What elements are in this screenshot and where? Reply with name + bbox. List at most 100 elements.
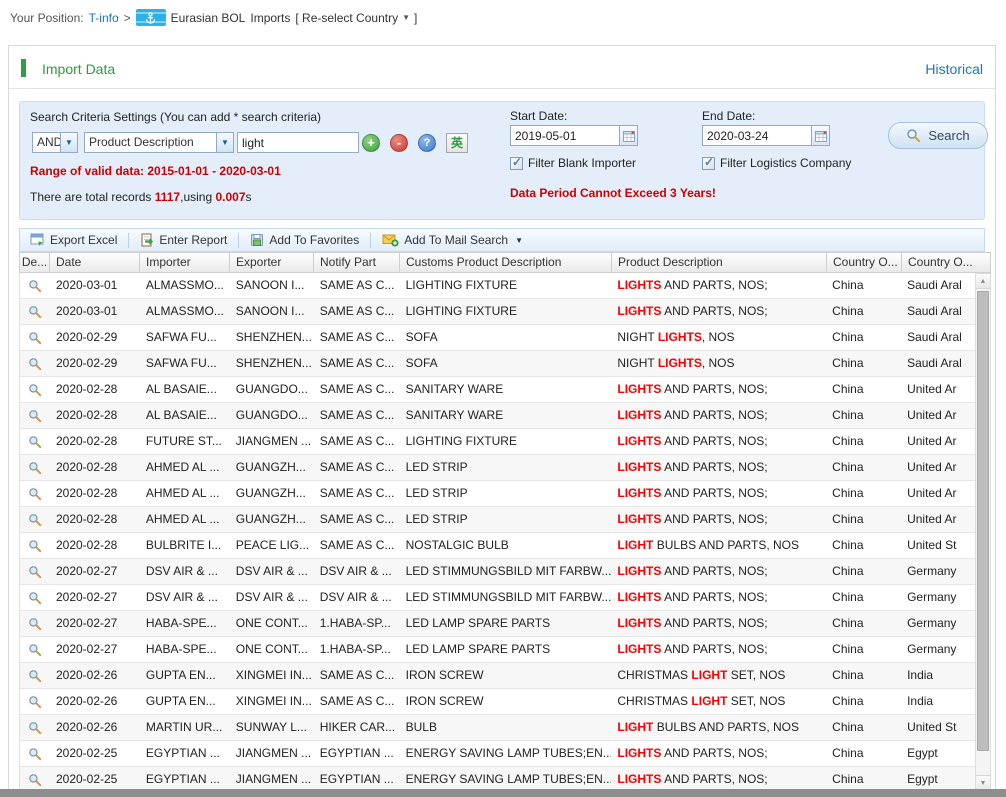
help-button[interactable]: ? bbox=[418, 134, 436, 152]
column-header-country-origin[interactable]: Country O... bbox=[826, 253, 901, 272]
keyword-input[interactable] bbox=[237, 132, 359, 153]
breadcrumb-link-tinfo[interactable]: T-info bbox=[89, 11, 119, 25]
row-detail-button[interactable] bbox=[20, 767, 50, 791]
row-detail-button[interactable] bbox=[20, 481, 50, 506]
table-row[interactable]: 2020-02-28 AL BASAIE... GUANGDO... SAME … bbox=[20, 403, 975, 429]
save-favorites-icon bbox=[250, 233, 264, 247]
column-header-country-destination[interactable]: Country O... bbox=[901, 253, 975, 272]
row-detail-button[interactable] bbox=[20, 403, 50, 428]
table-row[interactable]: 2020-02-26 GUPTA EN... XINGMEI IN... SAM… bbox=[20, 689, 975, 715]
search-field-select[interactable]: Product Description ▼ bbox=[84, 132, 234, 153]
row-detail-button[interactable] bbox=[20, 611, 50, 636]
search-button[interactable]: Search bbox=[888, 122, 988, 149]
cell-importer: HABA-SPE... bbox=[140, 611, 230, 636]
horizontal-scrollbar[interactable] bbox=[0, 789, 1006, 797]
table-row[interactable]: 2020-03-01 ALMASSMO... SANOON I... SAME … bbox=[20, 299, 975, 325]
row-detail-button[interactable] bbox=[20, 377, 50, 402]
column-header-detail[interactable]: De... bbox=[19, 253, 49, 272]
row-detail-button[interactable] bbox=[20, 351, 50, 376]
table-row[interactable]: 2020-02-28 AHMED AL ... GUANGZH... SAME … bbox=[20, 455, 975, 481]
checkbox-checked-icon[interactable]: ✓ bbox=[702, 157, 715, 170]
cell-country-origin: China bbox=[826, 429, 901, 454]
column-header-notify-party[interactable]: Notify Part bbox=[313, 253, 399, 272]
table-row[interactable]: 2020-02-27 DSV AIR & ... DSV AIR & ... D… bbox=[20, 559, 975, 585]
column-header-date[interactable]: Date bbox=[49, 253, 139, 272]
row-detail-button[interactable] bbox=[20, 455, 50, 480]
row-detail-button[interactable] bbox=[20, 273, 50, 298]
filter-blank-importer-checkbox[interactable]: ✓ Filter Blank Importer bbox=[510, 156, 636, 170]
filter-logistics-company-checkbox[interactable]: ✓ Filter Logistics Company bbox=[702, 156, 851, 170]
table-row[interactable]: 2020-02-27 HABA-SPE... ONE CONT... 1.HAB… bbox=[20, 637, 975, 663]
row-detail-button[interactable] bbox=[20, 715, 50, 740]
cell-country-origin: China bbox=[826, 689, 901, 714]
column-header-product-description[interactable]: Product Description bbox=[611, 253, 826, 272]
row-detail-button[interactable] bbox=[20, 585, 50, 610]
bool-operator-select[interactable]: AND ▼ bbox=[32, 132, 78, 153]
row-detail-button[interactable] bbox=[20, 533, 50, 558]
table-row[interactable]: 2020-02-26 GUPTA EN... XINGMEI IN... SAM… bbox=[20, 663, 975, 689]
cell-customs-description: SANITARY WARE bbox=[400, 377, 612, 402]
calendar-icon[interactable] bbox=[619, 125, 638, 146]
row-detail-button[interactable] bbox=[20, 559, 50, 584]
table-row[interactable]: 2020-02-28 FUTURE ST... JIANGMEN ... SAM… bbox=[20, 429, 975, 455]
remove-criteria-button[interactable]: - bbox=[390, 134, 408, 152]
scrollbar-thumb[interactable] bbox=[977, 291, 989, 751]
combo-arrow-icon[interactable]: ▼ bbox=[60, 133, 77, 152]
highlighted-keyword: LIGHT bbox=[691, 668, 727, 682]
table-row[interactable]: 2020-02-26 MARTIN UR... SUNWAY L... HIKE… bbox=[20, 715, 975, 741]
end-date-input[interactable] bbox=[702, 125, 811, 146]
column-header-importer[interactable]: Importer bbox=[139, 253, 229, 272]
checkbox-checked-icon[interactable]: ✓ bbox=[510, 157, 523, 170]
table-row[interactable]: 2020-02-29 SAFWA FU... SHENZHEN... SAME … bbox=[20, 325, 975, 351]
cell-product-description: LIGHTS AND PARTS, NOS; bbox=[611, 403, 826, 428]
scroll-down-button[interactable]: ▼ bbox=[976, 775, 990, 790]
row-detail-button[interactable] bbox=[20, 741, 50, 766]
query-time: 0.007 bbox=[215, 190, 245, 204]
table-body: 2020-03-01 ALMASSMO... SANOON I... SAME … bbox=[19, 273, 975, 791]
table-row[interactable]: 2020-02-27 DSV AIR & ... DSV AIR & ... D… bbox=[20, 585, 975, 611]
row-detail-button[interactable] bbox=[20, 507, 50, 532]
scroll-up-button[interactable]: ▲ bbox=[976, 274, 990, 289]
add-to-favorites-button[interactable]: Add To Favorites bbox=[246, 233, 363, 247]
enter-report-button[interactable]: Enter Report bbox=[136, 233, 231, 247]
table-row[interactable]: 2020-02-29 SAFWA FU... SHENZHEN... SAME … bbox=[20, 351, 975, 377]
cell-date: 2020-02-28 bbox=[50, 455, 140, 480]
column-header-exporter[interactable]: Exporter bbox=[229, 253, 313, 272]
vertical-scrollbar[interactable]: ▲ ▼ bbox=[975, 273, 991, 791]
highlighted-keyword: LIGHTS bbox=[617, 408, 661, 422]
toolbar-separator bbox=[238, 233, 239, 248]
start-date-input[interactable] bbox=[510, 125, 619, 146]
row-detail-button[interactable] bbox=[20, 663, 50, 688]
combo-arrow-icon[interactable]: ▼ bbox=[216, 133, 233, 152]
table-row[interactable]: 2020-02-25 EGYPTIAN ... JIANGMEN ... EGY… bbox=[20, 767, 975, 791]
cell-importer: HABA-SPE... bbox=[140, 637, 230, 662]
row-detail-button[interactable] bbox=[20, 429, 50, 454]
cell-country-destination: United St bbox=[901, 715, 975, 740]
row-detail-button[interactable] bbox=[20, 325, 50, 350]
row-detail-button[interactable] bbox=[20, 689, 50, 714]
magnifier-icon bbox=[28, 591, 42, 605]
cell-date: 2020-02-26 bbox=[50, 689, 140, 714]
language-toggle-button[interactable]: 英 bbox=[446, 133, 468, 153]
add-to-mail-search-button[interactable]: Add To Mail Search ▼ bbox=[378, 233, 527, 247]
calendar-icon[interactable] bbox=[811, 125, 830, 146]
table-row[interactable]: 2020-02-25 EGYPTIAN ... JIANGMEN ... EGY… bbox=[20, 741, 975, 767]
column-header-customs-description[interactable]: Customs Product Description bbox=[399, 253, 611, 272]
row-detail-button[interactable] bbox=[20, 299, 50, 324]
table-row[interactable]: 2020-02-27 HABA-SPE... ONE CONT... 1.HAB… bbox=[20, 611, 975, 637]
table-row[interactable]: 2020-02-28 AHMED AL ... GUANGZH... SAME … bbox=[20, 481, 975, 507]
historical-link[interactable]: Historical bbox=[925, 61, 983, 77]
cell-date: 2020-02-25 bbox=[50, 741, 140, 766]
table-row[interactable]: 2020-03-01 ALMASSMO... SANOON I... SAME … bbox=[20, 273, 975, 299]
highlighted-keyword: LIGHTS bbox=[617, 616, 661, 630]
valid-range-notice: Range of valid data: 2015-01-01 - 2020-0… bbox=[30, 164, 281, 178]
row-detail-button[interactable] bbox=[20, 637, 50, 662]
reselect-country-button[interactable]: [ Re-select Country ▼ ] bbox=[295, 11, 417, 25]
table-row[interactable]: 2020-02-28 AHMED AL ... GUANGZH... SAME … bbox=[20, 507, 975, 533]
add-criteria-button[interactable]: + bbox=[362, 134, 380, 152]
table-row[interactable]: 2020-02-28 BULBRITE I... PEACE LIG... SA… bbox=[20, 533, 975, 559]
table-row[interactable]: 2020-02-28 AL BASAIE... GUANGDO... SAME … bbox=[20, 377, 975, 403]
cell-customs-description: LIGHTING FIXTURE bbox=[400, 273, 612, 298]
export-excel-button[interactable]: Export Excel bbox=[26, 233, 121, 247]
cell-country-destination: India bbox=[901, 663, 975, 688]
